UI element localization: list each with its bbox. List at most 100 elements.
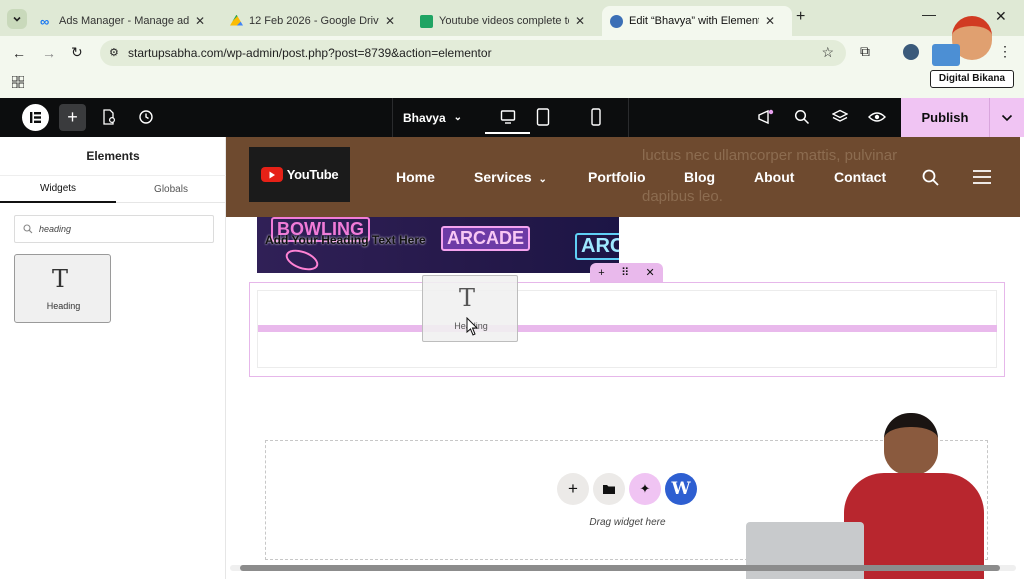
close-icon[interactable]: ✕ [195, 14, 205, 28]
tab-elementor-edit[interactable]: Edit “Bhavya” with Elementor ✕ [602, 6, 792, 36]
browser-tab-bar: ∞ Ads Manager - Manage ads - C ✕ 12 Feb … [0, 0, 1024, 36]
youtube-play-icon [260, 167, 283, 182]
elementor-logo-icon[interactable] [22, 104, 49, 131]
page-name: Bhavya [402, 110, 446, 125]
page-settings-icon[interactable] [101, 109, 117, 125]
nav-portfolio[interactable]: Portfolio [588, 169, 646, 185]
profile-avatar[interactable] [903, 44, 919, 60]
mobile-icon [591, 108, 601, 126]
drag-handle-icon[interactable]: ⠿ [621, 266, 629, 279]
editor-canvas: luctus nec ullamcorper mattis, pulvinar … [226, 137, 1024, 579]
site-header[interactable]: luctus nec ullamcorper mattis, pulvinar … [226, 137, 1020, 217]
publish-options-button[interactable] [989, 98, 1024, 137]
chevron-down-icon: ⌄ [453, 112, 463, 123]
channel-logo-overlay: Digital Bikana [928, 14, 1016, 90]
scrollbar-thumb[interactable] [240, 565, 1000, 571]
close-icon[interactable]: ✕ [765, 14, 775, 28]
arcade-banner-image[interactable]: BOWLING ARCADE ARC Add Your Heading Text… [257, 217, 619, 273]
section-handle[interactable]: + ⠿ ✕ [590, 263, 663, 282]
site-logo[interactable]: YouTube [249, 147, 350, 202]
tab-label: Widgets [39, 183, 77, 194]
widget-label: Heading [46, 301, 81, 311]
tab-youtube-videos-sheet[interactable]: Youtube videos complete topic ✕ [412, 6, 598, 36]
ai-generate-button[interactable]: ✦ [629, 473, 661, 505]
mobile-view-button[interactable] [590, 108, 602, 126]
heading-widget[interactable]: T Heading [14, 254, 111, 323]
tab-title: Edit “Bhavya” with Elementor [629, 15, 759, 27]
chevron-down-icon [1001, 114, 1013, 121]
w-logo-icon: W [671, 479, 691, 499]
google-drive-icon [230, 14, 243, 26]
nav-home[interactable]: Home [396, 169, 435, 185]
apps-grid-icon[interactable] [12, 76, 24, 88]
tab-title: Ads Manager - Manage ads - C [59, 15, 189, 27]
chevron-down-icon: ⌄ [538, 174, 547, 185]
heading-placeholder[interactable]: Add Your Heading Text Here [265, 233, 426, 247]
elements-panel: Elements Widgets Globals heading T Headi… [0, 137, 229, 579]
widget-search-input[interactable]: heading [14, 215, 214, 243]
reload-button[interactable]: ↻ [71, 44, 83, 61]
desktop-icon [500, 109, 515, 124]
chevron-down-icon [13, 16, 21, 22]
neon-sign-decoration [282, 245, 322, 273]
heading-t-icon: T [52, 265, 69, 293]
drop-indicator-line [258, 325, 997, 332]
add-icon[interactable]: + [598, 267, 604, 279]
structure-layers-icon[interactable] [832, 109, 848, 125]
nav-contact[interactable]: Contact [834, 169, 886, 185]
cursor-pointer-icon [466, 317, 480, 337]
new-tab-button[interactable]: + [796, 8, 805, 26]
banner-sign-arcade: ARCADE [441, 226, 531, 251]
url-text: startupsabha.com/wp-admin/post.php?post=… [128, 46, 492, 60]
tab-widgets[interactable]: Widgets [0, 176, 116, 203]
back-button[interactable]: ← [12, 45, 26, 61]
tablet-icon [536, 108, 550, 126]
search-icon[interactable] [794, 109, 810, 125]
tab-title: Youtube videos complete topic [439, 15, 569, 27]
horizontal-scrollbar[interactable] [230, 565, 1016, 571]
preview-eye-icon[interactable] [868, 110, 886, 124]
tab-globals[interactable]: Globals [116, 176, 226, 203]
add-element-button[interactable]: + [59, 104, 86, 131]
close-icon[interactable]: ✕ [646, 266, 655, 279]
tablet-view-button[interactable] [536, 108, 550, 126]
presenter-head [884, 413, 938, 475]
nav-about[interactable]: About [754, 169, 794, 185]
publish-button[interactable]: Publish [901, 98, 989, 137]
bookmarks-bar [0, 70, 1024, 98]
page-name-dropdown[interactable]: Bhavya ⌄ [392, 98, 472, 137]
desktop-view-button[interactable] [485, 101, 530, 134]
close-icon[interactable]: ✕ [575, 14, 585, 28]
history-icon[interactable] [138, 109, 154, 125]
elementor-top-bar: + Bhavya ⌄ Publish [0, 98, 1024, 137]
nav-services[interactable]: Services ⌄ [474, 169, 547, 185]
heading-t-icon: T [459, 284, 476, 312]
presenter-shirt [844, 473, 984, 579]
faded-text-2: dapibus leo. [642, 188, 723, 205]
search-icon[interactable] [922, 169, 939, 186]
bookmark-star-icon[interactable]: ☆ [821, 44, 834, 61]
add-section-button[interactable]: + [557, 473, 589, 505]
tab-google-drive[interactable]: 12 Feb 2026 - Google Drive ✕ [222, 6, 408, 36]
tab-search-button[interactable] [7, 9, 27, 29]
logo-text: YouTube [286, 167, 339, 182]
extensions-icon[interactable]: ⧉ [860, 43, 870, 60]
panel-title: Elements [86, 149, 140, 163]
hamburger-menu-icon[interactable] [973, 170, 991, 184]
notifications-icon[interactable] [757, 109, 775, 125]
google-sheets-icon [420, 14, 433, 28]
add-template-button[interactable] [593, 473, 625, 505]
wordpress-kit-button[interactable]: W [665, 473, 697, 505]
close-icon[interactable]: ✕ [385, 14, 395, 28]
site-info-icon[interactable]: ⚙ [109, 46, 119, 59]
forward-button[interactable]: → [42, 45, 56, 61]
presenter-webcam [746, 407, 1016, 579]
folder-icon [603, 485, 615, 494]
nav-blog[interactable]: Blog [684, 169, 715, 185]
tab-ads-manager[interactable]: ∞ Ads Manager - Manage ads - C ✕ [32, 6, 220, 36]
divider [628, 98, 629, 137]
drop-section[interactable] [249, 282, 1005, 377]
address-bar[interactable]: ⚙ startupsabha.com/wp-admin/post.php?pos… [100, 40, 846, 66]
banner-sign-arc: ARC [575, 233, 619, 260]
plus-icon: + [568, 479, 578, 498]
